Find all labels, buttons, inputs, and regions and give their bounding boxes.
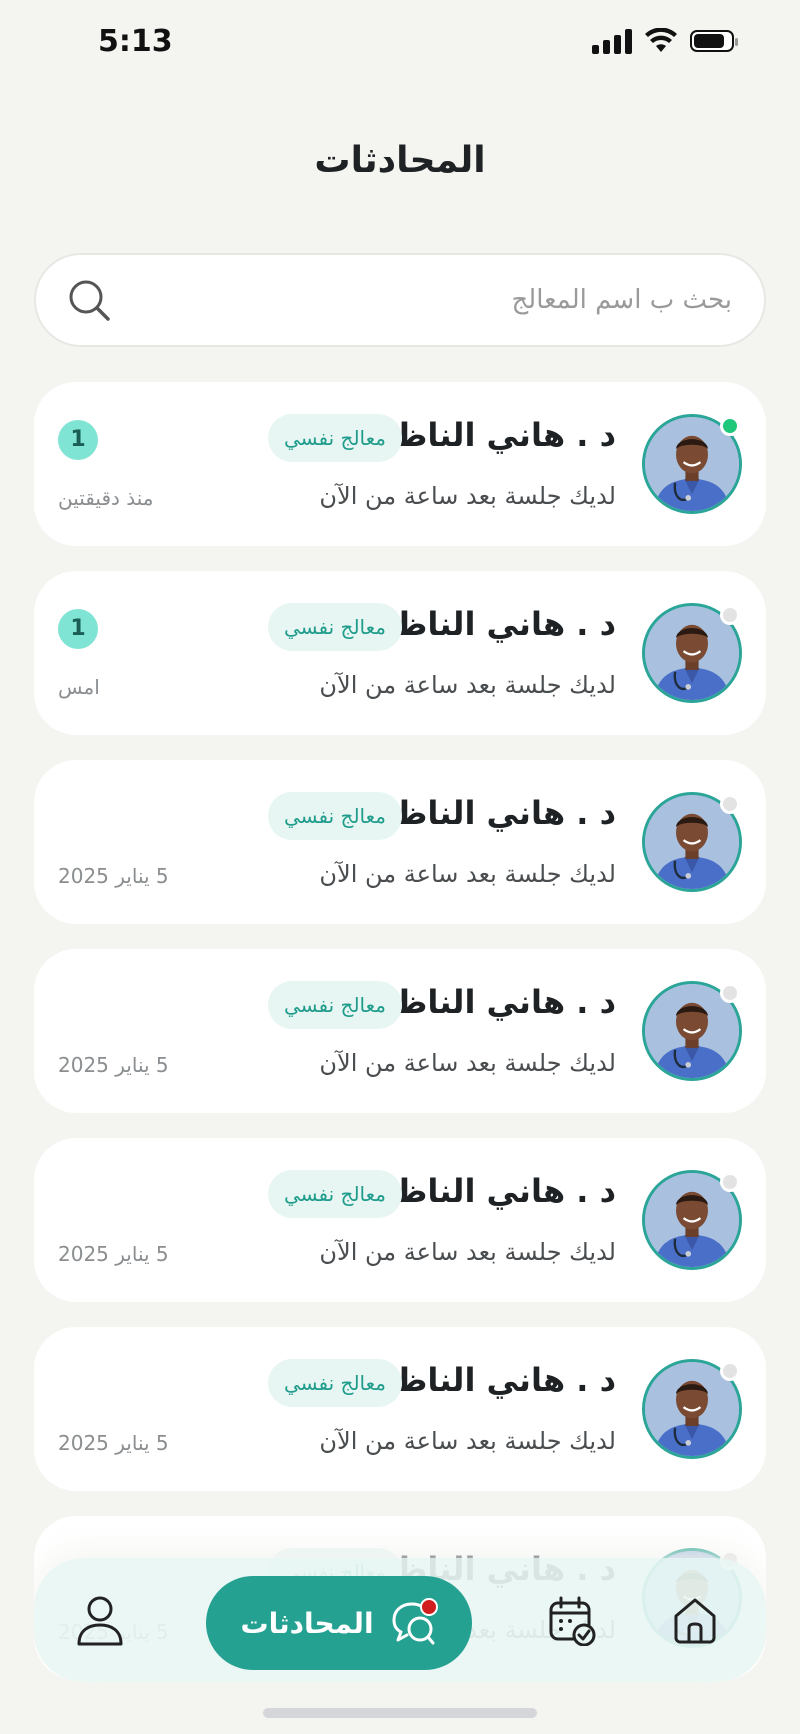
message-time: امس [58,675,100,699]
last-message: لديك جلسة بعد ساعة من الآن [319,1427,616,1455]
role-badge: معالج نفسي [267,414,402,462]
avatar-container [642,1359,742,1459]
unread-count-badge: 1 [58,609,98,649]
chat-list-item[interactable]: د . هاني الناظر معالج نفسي لديك جلسة بعد… [34,382,766,546]
profile-icon[interactable] [74,1594,126,1648]
role-badge: معالج نفسي [267,603,402,651]
presence-dot [720,1361,740,1381]
unread-count-badge: 1 [58,420,98,460]
message-time: 5 يناير 2025 [58,864,169,888]
message-time: منذ دقيقتين [58,486,154,510]
nav-chats-label: المحادثات [240,1606,374,1640]
chat-list-item[interactable]: د . هاني الناظر معالج نفسي لديك جلسة بعد… [34,571,766,735]
status-bar: 5:13 [0,0,800,90]
role-badge: معالج نفسي [267,981,402,1029]
search-icon[interactable] [66,277,112,323]
doctor-name: د . هاني الناظر [377,983,616,1021]
chat-list-item[interactable]: د . هاني الناظر معالج نفسي لديك جلسة بعد… [34,1138,766,1302]
message-time: 5 يناير 2025 [58,1242,169,1266]
doctor-name: د . هاني الناظر [377,1361,616,1399]
wifi-icon [645,28,677,52]
last-message: لديك جلسة بعد ساعة من الآن [319,671,616,699]
role-badge: معالج نفسي [267,1170,402,1218]
presence-dot [720,1172,740,1192]
chat-list-item[interactable]: د . هاني الناظر معالج نفسي لديك جلسة بعد… [34,949,766,1113]
page-title: المحادثات [314,140,486,181]
presence-dot [720,983,740,1003]
chat-list-item[interactable]: د . هاني الناظر معالج نفسي لديك جلسة بعد… [34,1327,766,1491]
message-time: 5 يناير 2025 [58,1431,169,1455]
nav-chats-button[interactable]: المحادثات [206,1576,472,1670]
battery-icon [690,30,738,52]
home-icon[interactable] [672,1596,718,1644]
chat-icon [388,1598,438,1648]
search-input[interactable] [112,284,734,316]
doctor-name: د . هاني الناظر [377,416,616,454]
status-time: 5:13 [98,24,173,59]
signal-icon [592,28,632,54]
last-message: لديك جلسة بعد ساعة من الآن [319,482,616,510]
doctor-name: د . هاني الناظر [377,794,616,832]
presence-dot [720,794,740,814]
presence-dot [720,605,740,625]
calendar-check-icon[interactable] [548,1596,596,1646]
avatar-container [642,981,742,1081]
doctor-name: د . هاني الناظر [377,1172,616,1210]
avatar-container [642,792,742,892]
presence-dot [720,416,740,436]
home-indicator [263,1708,537,1718]
last-message: لديك جلسة بعد ساعة من الآن [319,1049,616,1077]
search-bar[interactable] [34,253,766,347]
last-message: لديك جلسة بعد ساعة من الآن [319,860,616,888]
chat-list: د . هاني الناظر معالج نفسي لديك جلسة بعد… [34,382,766,1705]
avatar-container [642,603,742,703]
notification-dot [419,1598,438,1616]
message-time: 5 يناير 2025 [58,1053,169,1077]
chat-list-item[interactable]: د . هاني الناظر معالج نفسي لديك جلسة بعد… [34,760,766,924]
bottom-nav: المحادثات [34,1558,766,1682]
role-badge: معالج نفسي [267,1359,402,1407]
status-icons [592,28,738,54]
role-badge: معالج نفسي [267,792,402,840]
avatar-container [642,414,742,514]
last-message: لديك جلسة بعد ساعة من الآن [319,1238,616,1266]
avatar-container [642,1170,742,1270]
doctor-name: د . هاني الناظر [377,605,616,643]
